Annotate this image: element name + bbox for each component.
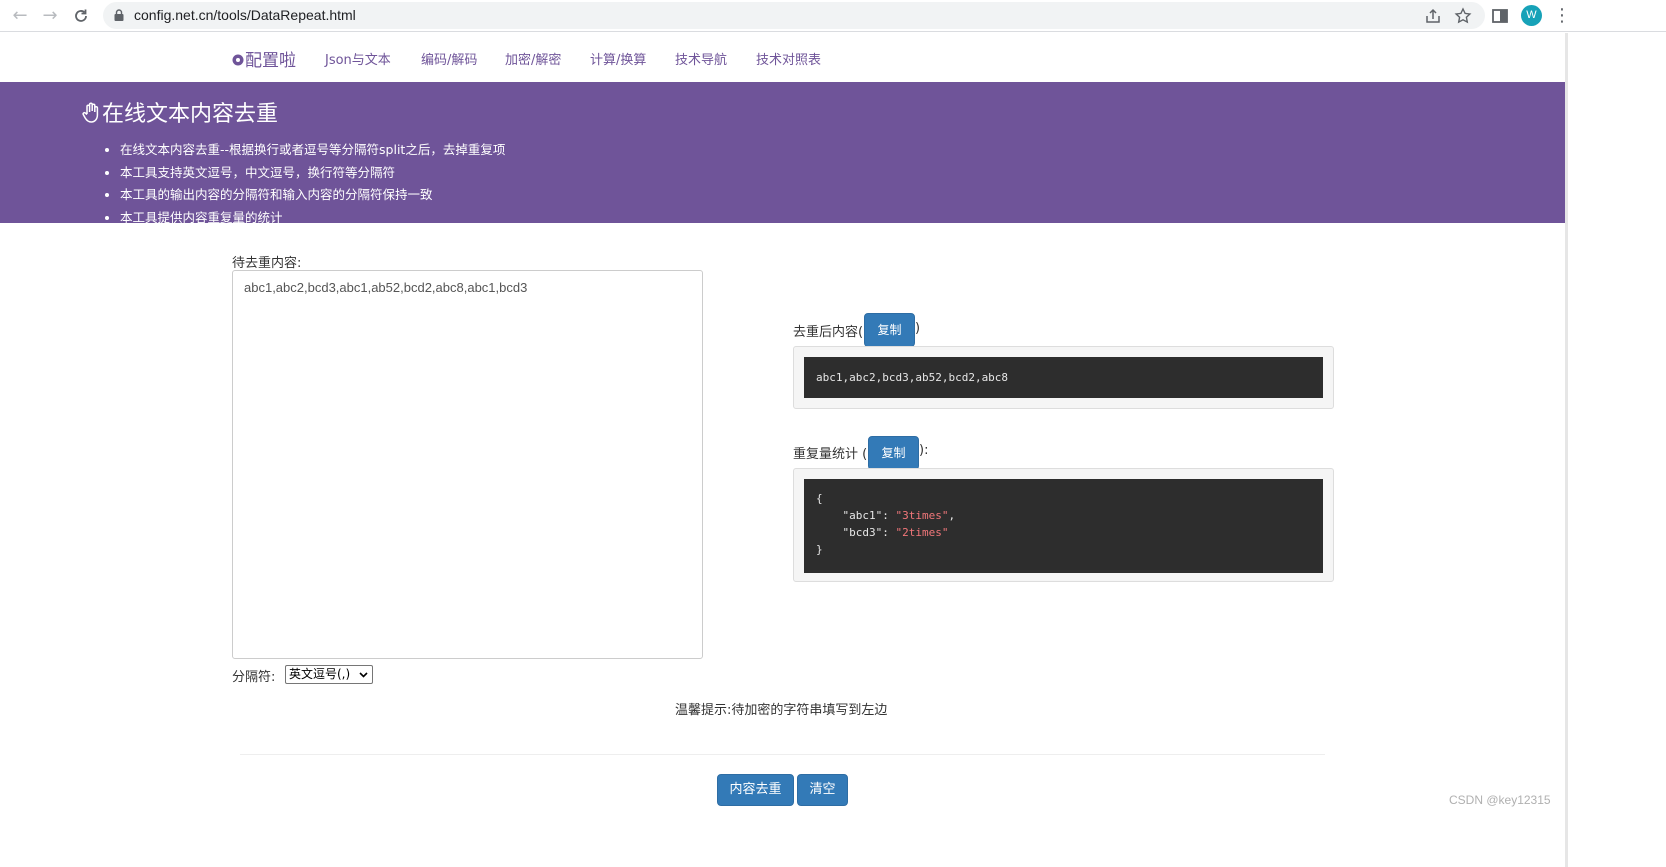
more-menu-icon[interactable]: ⋮ <box>1553 6 1571 26</box>
stats-key: "bcd3" <box>842 526 883 539</box>
address-bar[interactable]: config.net.cn/tools/DataRepeat.html <box>103 2 1485 29</box>
hand-icon <box>82 102 99 123</box>
json-open-brace: { <box>816 492 823 505</box>
brand-name: 配置啦 <box>245 51 296 71</box>
dedupe-button[interactable]: 内容去重 <box>717 774 794 806</box>
back-icon[interactable]: ← <box>8 4 32 28</box>
output-label-prefix: 去重后内容( <box>793 325 864 340</box>
nav-calc-convert[interactable]: 计算/换算 <box>590 49 646 68</box>
stats-comma: , <box>948 509 956 522</box>
result-code: abc1,abc2,bcd3,ab52,bcd2,abc8 <box>804 357 1323 398</box>
nav-tech-navigation[interactable]: 技术导航 <box>675 49 727 68</box>
separator-label: 分隔符: <box>232 670 276 685</box>
nav-tech-reference[interactable]: 技术对照表 <box>756 49 821 68</box>
output-label-suffix: ) <box>915 321 921 336</box>
json-close-brace: } <box>816 543 823 556</box>
site-navbar: 配置啦 Json与文本 编码/解码 加密/解密 计算/换算 技术导航 技术对照表 <box>0 33 1565 82</box>
side-panel-icon[interactable] <box>1490 6 1510 26</box>
page-title: 在线文本内容去重 <box>82 96 278 128</box>
stats-value: "3times" <box>895 509 949 522</box>
lock-icon <box>114 9 124 21</box>
result-panel: abc1,abc2,bcd3,ab52,bcd2,abc8 <box>793 346 1334 409</box>
nav-encode-decode[interactable]: 编码/解码 <box>421 49 477 68</box>
stats-label-suffix: ): <box>919 443 929 458</box>
watermark: CSDN @key12315 <box>1449 793 1551 807</box>
separator-selected-value: 英文逗号(,) <box>289 667 351 681</box>
nav-json-text[interactable]: Json与文本 <box>325 49 391 68</box>
copy-stats-button[interactable]: 复制 <box>868 436 919 470</box>
clear-button[interactable]: 清空 <box>797 774 848 806</box>
bookmark-star-icon[interactable] <box>1454 7 1472 25</box>
input-label: 待去重内容: <box>232 256 302 271</box>
feature-list: 在线文本内容去重--根据换行或者逗号等分隔符split之后，去掉重复项 本工具支… <box>103 139 505 223</box>
stats-panel: { "abc1": "3times", "bcd3": "2times" } <box>793 468 1334 582</box>
nav-encrypt-decrypt[interactable]: 加密/解密 <box>505 49 561 68</box>
hint-text: 温馨提示:待加密的字符串填写到左边 <box>675 703 888 718</box>
share-icon[interactable] <box>1424 7 1442 25</box>
stats-value: "2times" <box>895 526 949 539</box>
feature-item: 本工具提供内容重复量的统计 <box>120 207 505 224</box>
stats-key: "abc1" <box>842 509 883 522</box>
stats-code: { "abc1": "3times", "bcd3": "2times" } <box>804 479 1323 573</box>
page-scrollbar[interactable] <box>1565 33 1568 867</box>
feature-item: 在线文本内容去重--根据换行或者逗号等分隔符split之后，去掉重复项 <box>120 139 505 162</box>
feature-item: 本工具支持英文逗号，中文逗号，换行符等分隔符 <box>120 162 505 185</box>
page-title-text: 在线文本内容去重 <box>102 102 279 127</box>
gear-icon <box>232 54 244 66</box>
brand-link[interactable]: 配置啦 <box>231 46 296 71</box>
stats-label-prefix: 重复量统计 ( <box>793 447 868 462</box>
copy-result-button[interactable]: 复制 <box>864 313 915 347</box>
hero-banner: 在线文本内容去重 在线文本内容去重--根据换行或者逗号等分隔符split之后，去… <box>0 82 1565 223</box>
chevron-down-icon <box>359 672 368 678</box>
browser-toolbar: ← → config.net.cn/tools/DataRepeat.html … <box>0 0 1666 32</box>
feature-item: 本工具的输出内容的分隔符和输入内容的分隔符保持一致 <box>120 184 505 207</box>
url-text: config.net.cn/tools/DataRepeat.html <box>134 7 356 23</box>
forward-icon[interactable]: → <box>38 4 62 28</box>
profile-avatar[interactable]: W <box>1521 5 1542 26</box>
source-textarea[interactable]: abc1,abc2,bcd3,abc1,ab52,bcd2,abc8,abc1,… <box>232 270 703 659</box>
divider <box>240 754 1325 755</box>
reload-icon[interactable] <box>69 4 93 28</box>
separator-select[interactable]: 英文逗号(,) <box>285 665 373 684</box>
